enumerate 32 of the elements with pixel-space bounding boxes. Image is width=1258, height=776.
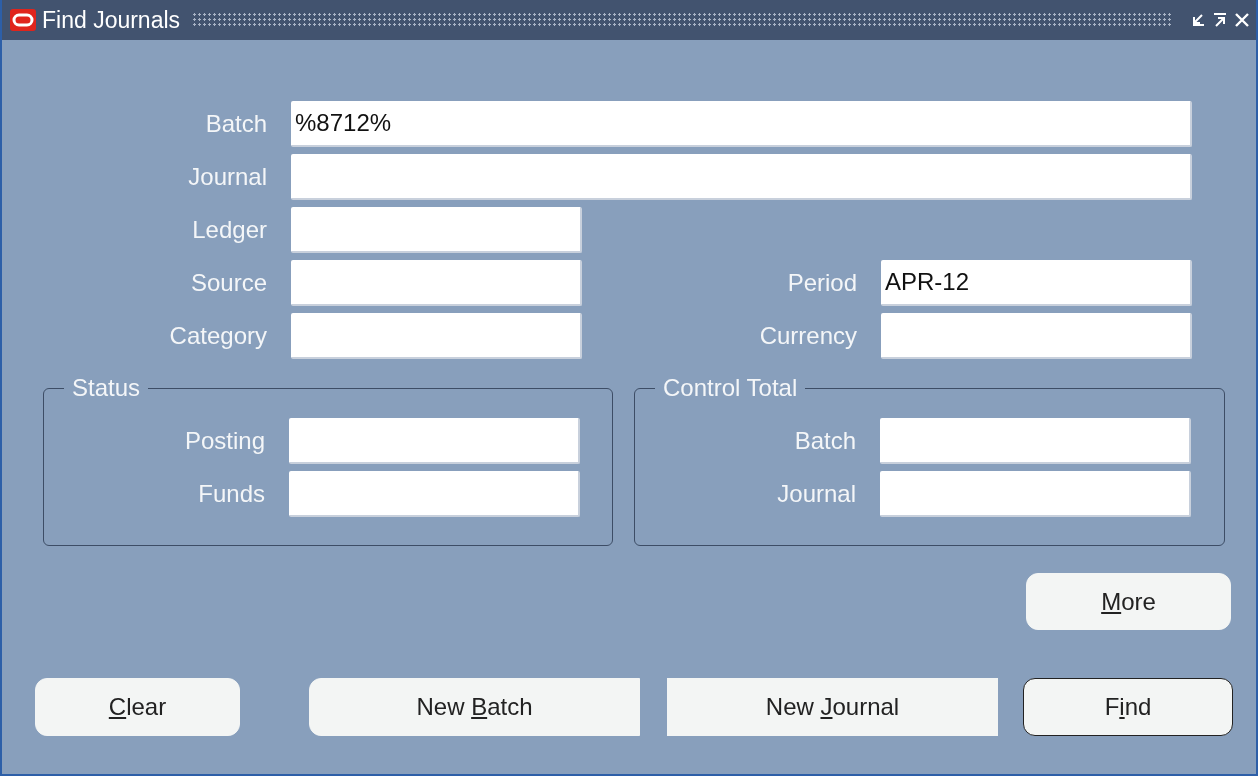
close-icon[interactable]	[1234, 12, 1250, 28]
field-label: Posting	[183, 426, 265, 456]
input-field[interactable]	[291, 207, 582, 253]
new-journal-button[interactable]: New Journal	[667, 678, 998, 736]
input-field[interactable]	[289, 418, 580, 464]
clear-button[interactable]: Clear	[35, 678, 240, 736]
input-field[interactable]	[289, 471, 580, 517]
find-button[interactable]: Find	[1023, 678, 1233, 736]
input-field[interactable]: APR-12	[881, 260, 1192, 306]
field-label: Currency	[758, 321, 857, 351]
field-label: Ledger	[191, 215, 267, 245]
field-label: Batch	[204, 109, 267, 139]
field-label: Journal	[187, 162, 267, 192]
input-field[interactable]: %8712%	[291, 101, 1192, 147]
field-label: Period	[786, 268, 857, 298]
maximize-icon[interactable]	[1212, 12, 1228, 28]
input-field[interactable]	[291, 260, 582, 306]
app-logo-icon	[10, 9, 36, 31]
input-field[interactable]	[291, 154, 1192, 200]
field-label: Category	[168, 321, 267, 351]
field-label: Source	[189, 268, 267, 298]
minimize-icon[interactable]	[1190, 12, 1206, 28]
new-batch-button[interactable]: New Batch	[309, 678, 640, 736]
input-field[interactable]	[291, 313, 582, 359]
input-field[interactable]	[880, 471, 1191, 517]
field-label: Batch	[793, 426, 856, 456]
window-title: Find Journals	[42, 5, 181, 35]
field-label: Funds	[197, 479, 265, 509]
input-field[interactable]	[880, 418, 1191, 464]
input-field[interactable]	[881, 313, 1192, 359]
field-label: Journal	[776, 479, 856, 509]
more-button[interactable]: More	[1026, 573, 1231, 630]
